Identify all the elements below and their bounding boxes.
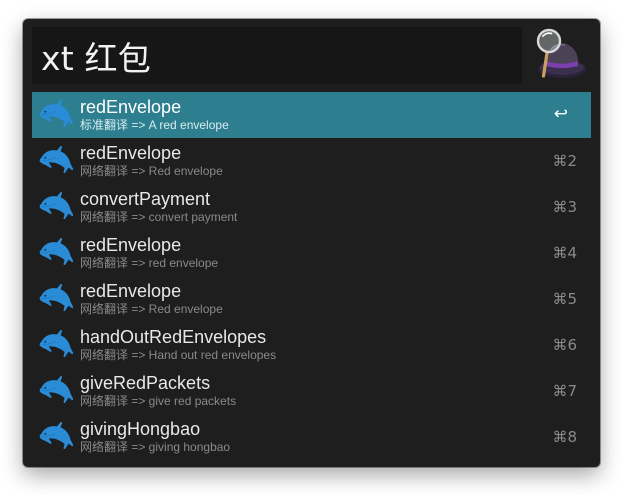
result-title: redEnvelope [80, 235, 182, 255]
command-shortcut: ⌘7 [552, 382, 577, 400]
result-title: redEnvelope [80, 281, 182, 301]
command-shortcut: ⌘8 [552, 428, 577, 446]
result-title: redEnvelope [80, 97, 182, 117]
command-shortcut: ⌘3 [552, 198, 577, 216]
result-item[interactable]: redEnvelope 网络翻译 => Red envelope ⌘2 [32, 138, 591, 184]
dolphin-icon [38, 97, 74, 133]
result-item[interactable]: convertPayment 网络翻译 => convert payment ⌘3 [32, 184, 591, 230]
command-shortcut: ⌘6 [552, 336, 577, 354]
dolphin-icon [38, 143, 74, 179]
result-title: giveRedPackets [80, 373, 211, 393]
dolphin-icon [38, 281, 74, 317]
result-item[interactable]: redEnvelope 网络翻译 => Red envelope ⌘5 [32, 276, 591, 322]
result-subtitle: 网络翻译 => convert payment [80, 210, 238, 224]
alfred-hat-magnifier-icon [529, 27, 591, 84]
result-item[interactable]: giveRedPackets 网络翻译 => give red packets ⌘7 [32, 368, 591, 414]
search-query[interactable]: xt 红包 [41, 32, 151, 80]
dolphin-icon [38, 419, 74, 455]
result-item[interactable]: redEnvelope 网络翻译 => red envelope ⌘4 [32, 230, 591, 276]
search-bar: xt 红包 [32, 27, 591, 84]
search-input[interactable]: xt 红包 [32, 27, 522, 84]
dolphin-icon [38, 327, 74, 363]
alfred-window: xt 红包 redEnvelope 标准翻译 => A red envelope ↩… [23, 19, 600, 467]
dolphin-icon [38, 373, 74, 409]
result-item[interactable]: handOutRedEnvelopes 网络翻译 => Hand out red … [32, 322, 591, 368]
result-subtitle: 标准翻译 => A red envelope [80, 118, 229, 132]
result-title: redEnvelope [80, 143, 182, 163]
result-title: convertPayment [80, 189, 211, 209]
result-item[interactable]: givingHongbao 网络翻译 => giving hongbao ⌘8 [32, 414, 591, 460]
result-subtitle: 网络翻译 => giving hongbao [80, 440, 231, 454]
command-shortcut: ⌘4 [552, 244, 577, 262]
dolphin-icon [38, 189, 74, 225]
result-subtitle: 网络翻译 => give red packets [80, 394, 237, 408]
command-shortcut: ⌘2 [552, 152, 577, 170]
result-title: givingHongbao [80, 419, 201, 439]
result-subtitle: 网络翻译 => Red envelope [80, 302, 223, 316]
result-title: handOutRedEnvelopes [80, 327, 267, 347]
dolphin-icon [38, 235, 74, 271]
results-list: redEnvelope 标准翻译 => A red envelope ↩ redEnv… [32, 92, 591, 460]
command-shortcut: ⌘5 [552, 290, 577, 308]
return-key-shortcut: ↩ [553, 104, 568, 124]
result-item[interactable]: redEnvelope 标准翻译 => A red envelope ↩ [32, 92, 591, 138]
result-subtitle: 网络翻译 => Red envelope [80, 164, 223, 178]
result-subtitle: 网络翻译 => red envelope [80, 256, 219, 270]
result-subtitle: 网络翻译 => Hand out red envelopes [80, 348, 277, 362]
